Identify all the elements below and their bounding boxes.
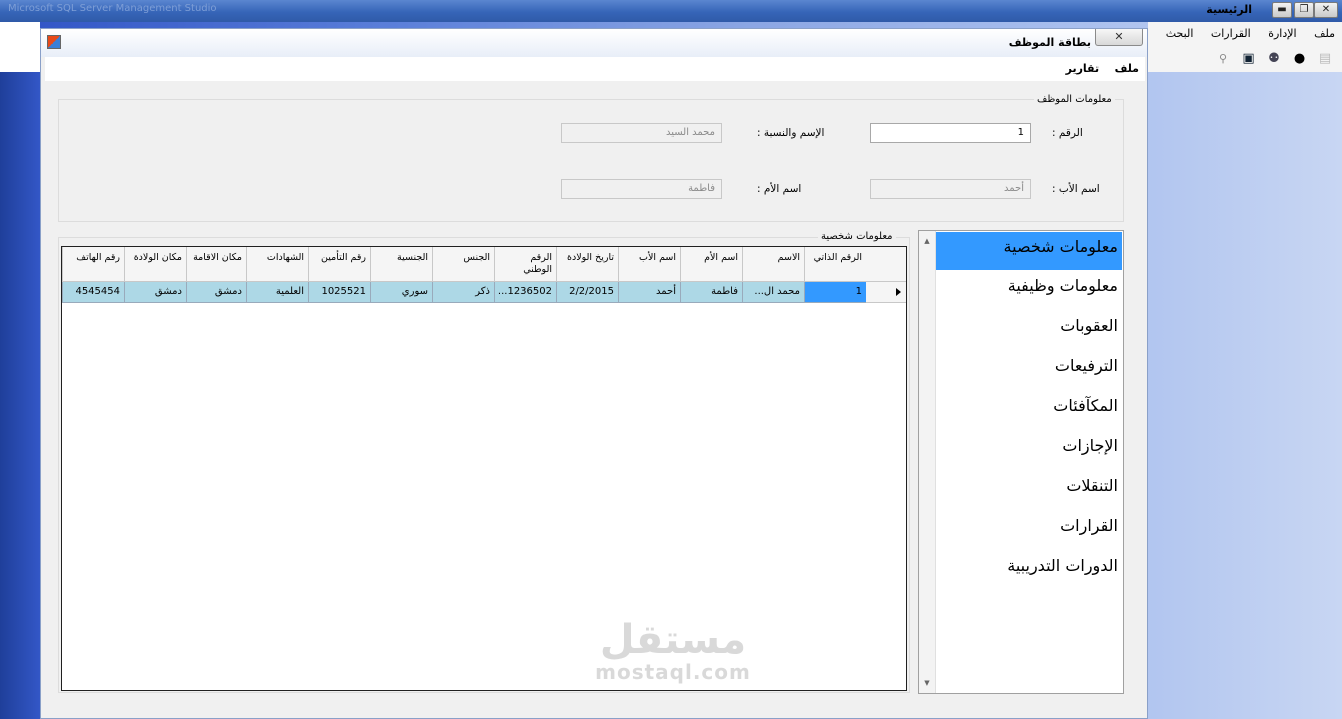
- col-header-insurance-no[interactable]: رقم التأمين: [308, 247, 370, 282]
- card-menu-reports[interactable]: تقارير: [1060, 57, 1105, 75]
- employee-badge-icon[interactable]: ▣: [1240, 50, 1258, 68]
- main-close-button[interactable]: ✕: [1314, 2, 1338, 18]
- menu-decisions[interactable]: القرارات: [1204, 22, 1258, 40]
- number-field[interactable]: 1: [870, 123, 1031, 143]
- col-header-mother-name[interactable]: اسم الأم: [680, 247, 742, 282]
- table-cell-nationality[interactable]: سوري: [370, 282, 432, 303]
- card-menu-bar: ملف تقارير: [45, 57, 1145, 81]
- app-icon: [47, 35, 61, 49]
- card-window-title: بطاقة الموظف: [1008, 36, 1091, 49]
- scroll-up-icon[interactable]: ▲: [919, 233, 935, 249]
- mother-name-field[interactable]: فاطمة: [561, 179, 722, 199]
- restore-button[interactable]: ❐: [1294, 2, 1314, 18]
- father-name-field[interactable]: أحمد: [870, 179, 1031, 199]
- section-penalties[interactable]: العقوبات: [936, 311, 1122, 351]
- main-window-title: الرئيسية: [1206, 3, 1252, 16]
- col-header-birth-date[interactable]: تاريخ الولادة: [556, 247, 618, 282]
- card-title-bar: بطاقة الموظف ✕: [41, 29, 1147, 57]
- section-rewards[interactable]: المكآفئات: [936, 391, 1122, 431]
- col-header-gender[interactable]: الجنس: [432, 247, 494, 282]
- employee-info-legend: معلومات الموظف: [1034, 94, 1115, 105]
- watermark-arabic: مستقل: [599, 617, 747, 663]
- table-cell-certificates[interactable]: العلمية: [246, 282, 308, 303]
- col-header-birth-place[interactable]: مكان الولادة: [124, 247, 186, 282]
- minimize-button[interactable]: ▬: [1272, 2, 1292, 18]
- section-training-courses[interactable]: الدورات التدريبية: [936, 551, 1122, 591]
- table-cell-gender[interactable]: ذكر: [432, 282, 494, 303]
- main-menu-bar: ملف الإدارة القرارات البحث: [1148, 22, 1342, 46]
- grid-header: الرقم الذاتي الاسم اسم الأم اسم الأب تار…: [62, 247, 906, 282]
- father-name-label: اسم الأب :: [1052, 183, 1100, 195]
- section-list-scrollbar[interactable]: ▲ ▼: [919, 231, 936, 693]
- col-header-residence[interactable]: مكان الاقامة: [186, 247, 246, 282]
- watermark: مستقل mostaql.com: [588, 618, 758, 682]
- background-window-title: Microsoft SQL Server Management Studio: [8, 3, 217, 14]
- menu-administration[interactable]: الإدارة: [1261, 22, 1303, 40]
- main-toolbar: ▤ ● ⚉ ▣ ⚲: [1148, 46, 1342, 72]
- scroll-down-icon[interactable]: ▼: [919, 675, 935, 691]
- table-cell-id[interactable]: 1: [804, 282, 866, 303]
- card-menu-file[interactable]: ملف: [1109, 57, 1145, 75]
- col-header-certificates[interactable]: الشهادات: [246, 247, 308, 282]
- col-header-father-name[interactable]: اسم الأب: [618, 247, 680, 282]
- mother-name-label: اسم الأم :: [757, 183, 802, 195]
- table-cell-name[interactable]: محمد ال...: [742, 282, 804, 303]
- table-cell-mother-name[interactable]: فاطمة: [680, 282, 742, 303]
- employee-info-group: [58, 99, 1124, 222]
- col-header-id[interactable]: الرقم الذاتي: [804, 247, 866, 282]
- users-group-icon[interactable]: ⚉: [1265, 50, 1283, 68]
- col-header-national-id[interactable]: الرقم الوطني: [494, 247, 556, 282]
- main-title-bar: Microsoft SQL Server Management Studio ا…: [0, 0, 1342, 22]
- section-vacations[interactable]: الإجازات: [936, 431, 1122, 471]
- section-transfers[interactable]: التنقلات: [936, 471, 1122, 511]
- col-header-name[interactable]: الاسم: [742, 247, 804, 282]
- background-window-area: [0, 22, 40, 72]
- section-list: ▲ ▼ معلومات شخصية معلومات وظيفية العقوبا…: [918, 230, 1124, 694]
- section-personal-info[interactable]: معلومات شخصية: [936, 232, 1122, 270]
- name-field[interactable]: محمد السيد: [561, 123, 722, 143]
- table-cell-birth-date[interactable]: 2/2/2015: [556, 282, 618, 303]
- personal-info-grid[interactable]: الرقم الذاتي الاسم اسم الأم اسم الأب تار…: [61, 246, 907, 691]
- personal-info-legend: معلومات شخصية: [818, 231, 896, 242]
- table-cell-birth-place[interactable]: دمشق: [124, 282, 186, 303]
- section-decisions[interactable]: القرارات: [936, 511, 1122, 551]
- search-icon[interactable]: ⚲: [1214, 50, 1232, 68]
- user-icon[interactable]: ●: [1291, 50, 1309, 68]
- menu-search[interactable]: البحث: [1159, 22, 1201, 40]
- table-cell-father-name[interactable]: أحمد: [618, 282, 680, 303]
- section-job-info[interactable]: معلومات وظيفية: [936, 271, 1122, 311]
- name-label: الإسم والنسبة :: [757, 127, 825, 139]
- card-close-button[interactable]: ✕: [1095, 29, 1143, 46]
- table-cell-insurance-no[interactable]: 1025521: [308, 282, 370, 303]
- watermark-latin: mostaql.com: [595, 660, 751, 684]
- table-cell-residence[interactable]: دمشق: [186, 282, 246, 303]
- current-row-arrow-icon: [896, 288, 901, 296]
- table-cell-phone[interactable]: 4545454: [62, 282, 124, 303]
- table-cell-national-id[interactable]: 1236502...: [494, 282, 556, 303]
- col-header-phone[interactable]: رقم الهاتف: [62, 247, 124, 282]
- section-promotions[interactable]: الترفيعات: [936, 351, 1122, 391]
- row-header-selected[interactable]: [866, 282, 906, 303]
- menu-file[interactable]: ملف: [1307, 22, 1342, 40]
- number-label: الرقم :: [1052, 127, 1083, 139]
- id-card-icon[interactable]: ▤: [1316, 50, 1334, 68]
- col-header-nationality[interactable]: الجنسية: [370, 247, 432, 282]
